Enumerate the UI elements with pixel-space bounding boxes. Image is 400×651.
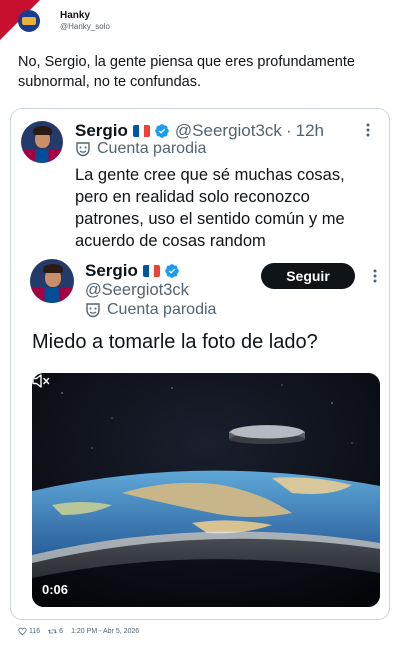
quoted-tweet-card[interactable]: Sergio @Seergiot3ck · 12h Cuenta parodia…	[10, 108, 390, 620]
avatar[interactable]	[18, 10, 40, 32]
more-options-icon[interactable]	[371, 269, 379, 283]
separator: ·	[285, 121, 292, 140]
parody-label-row: Cuenta parodia	[85, 301, 216, 319]
muted-speaker-icon[interactable]	[32, 373, 50, 389]
author-handle[interactable]: @Seergiot3ck	[175, 121, 282, 141]
avatar[interactable]	[30, 259, 74, 303]
inner-author-row: Sergio	[85, 261, 180, 281]
author-name[interactable]: Hanky	[60, 10, 110, 21]
tweet-text: La gente cree que sé muchas cosas, pero …	[75, 166, 345, 250]
video-player[interactable]: 0:06	[32, 373, 380, 607]
tweet-time[interactable]: 12h	[296, 121, 324, 141]
france-flag-icon	[142, 265, 160, 277]
more-options-icon[interactable]	[364, 123, 372, 137]
verified-badge-icon	[165, 264, 179, 278]
video-timestamp: 0:06	[42, 582, 69, 597]
author-handle[interactable]: @Seergiot3ck	[85, 281, 189, 300]
tweet-datetime[interactable]: 1:20 PM - Abr 5, 2026	[71, 628, 139, 635]
france-flag-icon	[132, 125, 150, 137]
parody-label: Cuenta parodia	[107, 301, 217, 318]
avatar[interactable]	[21, 121, 63, 163]
quoted-author-row: Sergio @Seergiot3ck · 12h	[75, 121, 324, 141]
parody-mask-icon	[76, 142, 90, 157]
author-handle[interactable]: @Hanky_solo	[60, 21, 110, 32]
parody-mask-icon	[86, 303, 100, 318]
heart-icon[interactable]	[18, 627, 27, 636]
parody-label: Cuenta parodia	[97, 140, 207, 157]
tweet-text: No, Sergio, la gente piensa que eres pro…	[18, 54, 355, 90]
author-name[interactable]: Sergio	[85, 261, 138, 281]
retweet-icon[interactable]	[48, 627, 58, 636]
outer-tweet-footer: 116 6 1:20 PM - Abr 5, 2026	[18, 627, 139, 636]
outer-tweet-header: Hanky @Hanky_solo	[18, 10, 110, 32]
like-count: 116	[29, 628, 41, 635]
video-frame	[32, 373, 380, 607]
tweet-text: Miedo a tomarle la foto de lado?	[32, 331, 318, 353]
retweet-count: 6	[59, 628, 64, 635]
parody-label-row: Cuenta parodia	[75, 140, 206, 158]
follow-button[interactable]: Seguir	[261, 263, 355, 289]
author-name[interactable]: Sergio	[75, 121, 128, 141]
verified-badge-icon	[155, 124, 169, 138]
